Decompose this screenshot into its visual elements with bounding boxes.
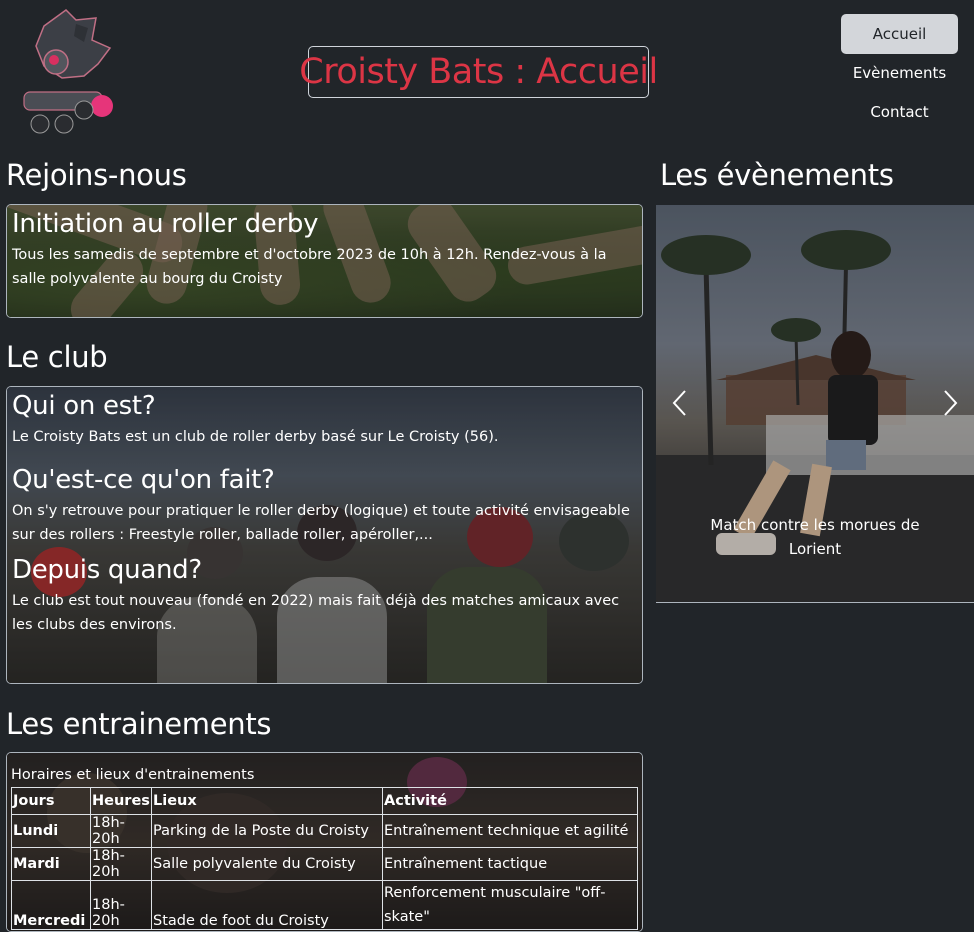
- table-row: Mercredi 18h-20h Stade de foot du Croist…: [11, 880, 638, 930]
- page-title-box: Croisty Bats : Accueil: [299, 46, 658, 98]
- table-cell: 18h-20h: [90, 880, 152, 930]
- club-logo[interactable]: [14, 6, 120, 138]
- nav-evenements[interactable]: Evènements: [841, 53, 958, 93]
- column-header: Lieux: [151, 787, 383, 815]
- column-header: Heures: [90, 787, 152, 815]
- training-table-caption: Horaires et lieux d'entrainements: [11, 767, 255, 783]
- training-table: Jours Heures Lieux Activité Lundi 18h-20…: [11, 787, 638, 930]
- club-q3-title: Depuis quand?: [12, 555, 202, 585]
- table-cell-day: Mercredi: [11, 880, 91, 930]
- table-cell: 18h-20h: [90, 847, 152, 881]
- join-heading: Rejoins-nous: [6, 158, 187, 192]
- events-carousel: Match contre les morues de Lorient: [656, 205, 974, 603]
- table-cell: Salle polyvalente du Croisty: [151, 847, 383, 881]
- carousel-prev-icon[interactable]: [670, 388, 690, 418]
- training-heading: Les entrainements: [6, 707, 272, 741]
- table-row: Mardi 18h-20h Salle polyvalente du Crois…: [11, 847, 638, 881]
- table-header-row: Jours Heures Lieux Activité: [11, 787, 638, 815]
- club-q2-title: Qu'est-ce qu'on fait?: [12, 465, 275, 495]
- nav-accueil[interactable]: Accueil: [841, 14, 958, 54]
- events-heading: Les évènements: [660, 158, 894, 192]
- table-cell: Entraînement tactique: [382, 847, 638, 881]
- table-row: Lundi 18h-20h Parking de la Poste du Cro…: [11, 814, 638, 848]
- main-nav: Accueil Evènements Contact: [841, 14, 958, 131]
- table-cell: Parking de la Poste du Croisty: [151, 814, 383, 848]
- club-q1-text: Le Croisty Bats est un club de roller de…: [12, 429, 499, 445]
- training-card: Horaires et lieux d'entrainements Jours …: [6, 752, 643, 932]
- page-title: Croisty Bats : Accueil: [299, 52, 658, 92]
- join-card-text: Tous les samedis de septembre et d'octob…: [12, 247, 607, 287]
- carousel-next-icon[interactable]: [940, 388, 960, 418]
- table-cell-day: Lundi: [11, 814, 91, 848]
- table-cell-day: Mardi: [11, 847, 91, 881]
- club-q1-title: Qui on est?: [12, 391, 156, 421]
- join-card-title: Initiation au roller derby: [12, 209, 319, 239]
- event-slide-caption: Match contre les morues de Lorient: [710, 516, 920, 558]
- table-cell: Renforcement musculaire "off-skate": [382, 880, 638, 930]
- column-header: Jours: [11, 787, 91, 815]
- join-card: Initiation au roller derby Tous les same…: [6, 204, 643, 318]
- nav-contact[interactable]: Contact: [841, 92, 958, 132]
- club-q2-text: On s'y retrouve pour pratiquer le roller…: [12, 503, 630, 543]
- club-heading: Le club: [6, 340, 108, 374]
- club-q3-text: Le club est tout nouveau (fondé en 2022)…: [12, 593, 620, 633]
- column-header: Activité: [382, 787, 638, 815]
- club-card: Qui on est? Le Croisty Bats est un club …: [6, 386, 643, 684]
- table-cell: Stade de foot du Croisty: [151, 880, 383, 930]
- table-cell: 18h-20h: [90, 814, 152, 848]
- table-cell: Entraînement technique et agilité: [382, 814, 638, 848]
